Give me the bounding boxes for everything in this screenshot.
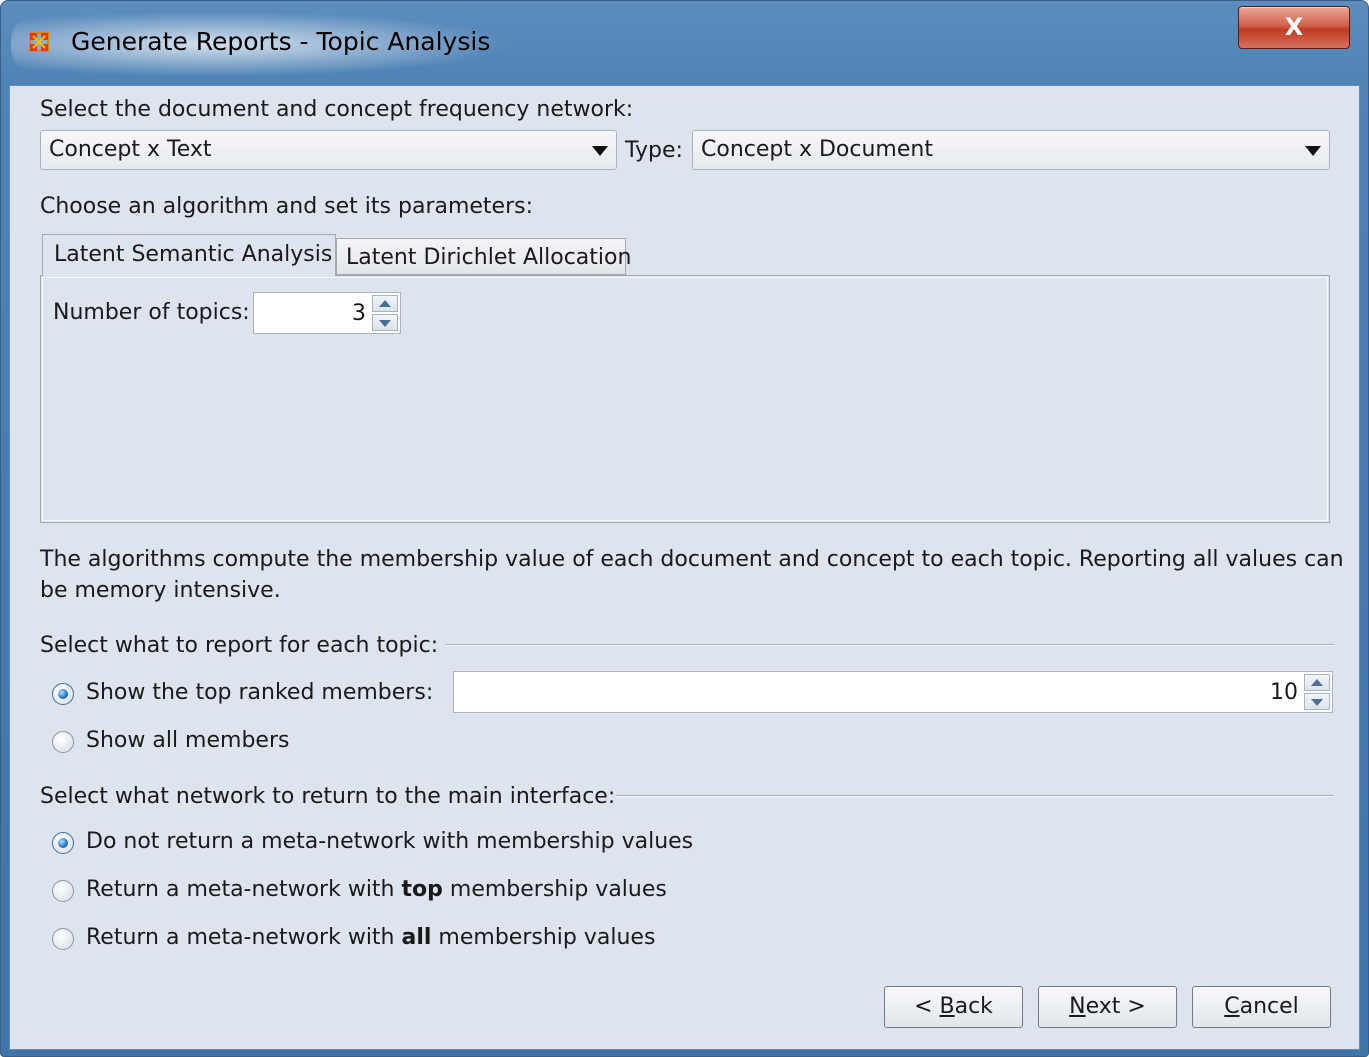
- chevron-down-icon: [592, 146, 608, 156]
- network-dropdown-value: Concept x Text: [49, 137, 212, 162]
- number-of-topics-spinner[interactable]: 3: [253, 292, 401, 334]
- show-all-members-label: Show all members: [86, 728, 290, 753]
- type-dropdown-value: Concept x Document: [701, 137, 933, 162]
- algorithm-label: Choose an algorithm and set its paramete…: [40, 194, 534, 219]
- tab-latent-semantic-analysis[interactable]: Latent Semantic Analysis: [42, 234, 336, 276]
- spin-down-icon[interactable]: [372, 314, 398, 331]
- return-section-divider: [616, 795, 1334, 797]
- do-not-return-label: Do not return a meta-network with member…: [86, 829, 694, 854]
- close-button[interactable]: X: [1238, 6, 1350, 49]
- back-button[interactable]: < Back: [884, 986, 1023, 1028]
- radio-do-not-return[interactable]: [52, 832, 74, 854]
- number-of-topics-value: 3: [352, 301, 366, 326]
- dialog-window: Generate Reports - Topic Analysis X Sele…: [0, 0, 1369, 1057]
- top-ranked-count-value: 10: [1270, 680, 1298, 705]
- radio-top-ranked-members[interactable]: [52, 683, 74, 705]
- next-button[interactable]: Next >: [1038, 986, 1177, 1028]
- title-bar[interactable]: Generate Reports - Topic Analysis X: [1, 1, 1368, 85]
- top-ranked-count-spinner[interactable]: 10: [453, 671, 1333, 713]
- network-select-label: Select the document and concept frequenc…: [40, 97, 634, 122]
- window-title: Generate Reports - Topic Analysis: [71, 27, 491, 56]
- spin-up-icon[interactable]: [372, 295, 398, 312]
- spin-down-icon[interactable]: [1304, 693, 1330, 710]
- dialog-content: Select the document and concept frequenc…: [9, 85, 1360, 1050]
- top-ranked-members-label: Show the top ranked members:: [86, 680, 434, 705]
- report-section-divider: [445, 644, 1334, 646]
- network-dropdown[interactable]: Concept x Text: [40, 130, 617, 170]
- report-section-label: Select what to report for each topic:: [40, 633, 439, 658]
- return-all-label: Return a meta-network with all membershi…: [86, 925, 656, 950]
- chevron-down-icon: [1305, 146, 1321, 156]
- radio-return-all[interactable]: [52, 928, 74, 950]
- return-section-label: Select what network to return to the mai…: [40, 784, 616, 809]
- info-text-line-1: The algorithms compute the membership va…: [40, 547, 1344, 572]
- cancel-button[interactable]: Cancel: [1192, 986, 1331, 1028]
- info-text-line-2: be memory intensive.: [40, 578, 281, 603]
- radio-return-top[interactable]: [52, 880, 74, 902]
- number-of-topics-label: Number of topics:: [53, 300, 250, 325]
- tab-latent-dirichlet-allocation[interactable]: Latent Dirichlet Allocation: [336, 238, 631, 275]
- return-top-label: Return a meta-network with top membershi…: [86, 877, 667, 902]
- spin-up-icon[interactable]: [1304, 674, 1330, 691]
- tab-panel: Number of topics: 3: [40, 275, 1330, 523]
- radio-show-all-members[interactable]: [52, 731, 74, 753]
- app-icon: [29, 32, 49, 52]
- type-dropdown[interactable]: Concept x Document: [692, 130, 1330, 170]
- type-label: Type:: [625, 138, 683, 163]
